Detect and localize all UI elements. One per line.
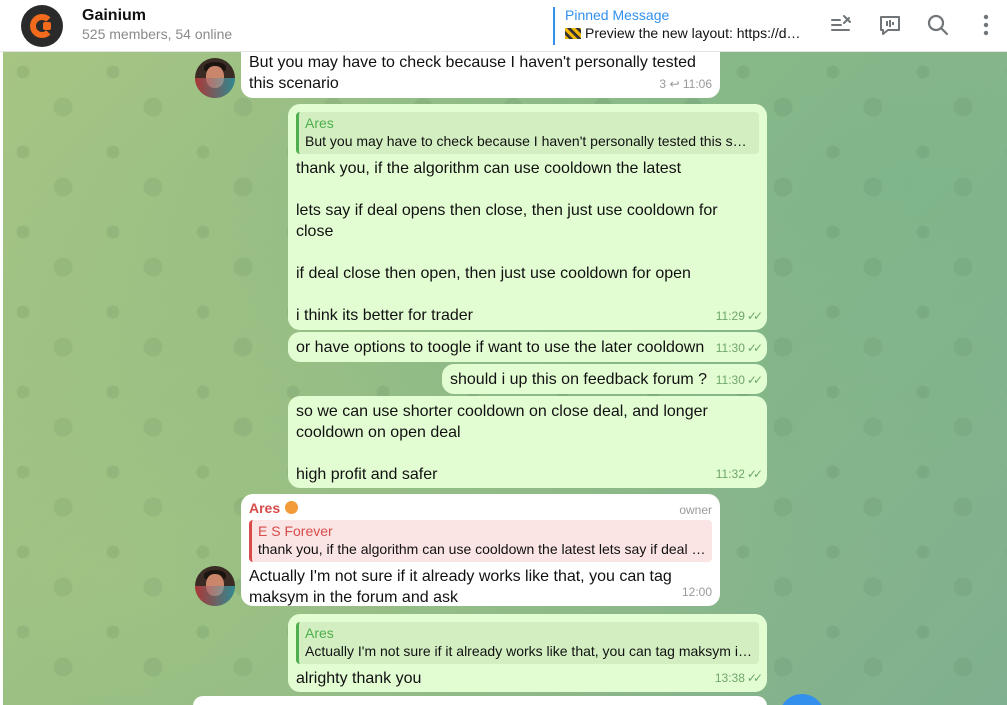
- reply-quote[interactable]: Ares Actually I'm not sure if it already…: [296, 622, 759, 664]
- message-sender-row: Ares: [249, 499, 712, 518]
- message-time: 11:30: [715, 373, 745, 387]
- reply-quote-sender: E S Forever: [258, 523, 333, 539]
- message-meta: 11:29 ✓✓: [715, 306, 763, 327]
- read-checkmarks-icon: ✓✓: [746, 671, 763, 685]
- chat-title[interactable]: Gainium: [82, 7, 146, 25]
- message-time: 12:00: [681, 585, 712, 599]
- read-checkmarks-icon: ✓✓: [746, 309, 763, 323]
- message-bubble[interactable]: Ares Actually I'm not sure if it already…: [288, 614, 767, 692]
- group-avatar[interactable]: [21, 5, 63, 47]
- message-text: or have options to toogle if want to use…: [296, 339, 705, 356]
- sender-avatar[interactable]: [195, 566, 235, 606]
- message-text: alrighty thank you: [296, 670, 422, 687]
- message-time: 11:32: [715, 467, 745, 481]
- message-text: thank you, if the algorithm can use cool…: [296, 160, 718, 324]
- pinned-message-text: Preview the new layout: https://d…: [585, 25, 801, 41]
- message-meta: 11:30 ✓✓: [715, 370, 763, 391]
- message-text: Actually I'm not sure if it already work…: [249, 568, 677, 606]
- chat-member-count: 525 members, 54 online: [82, 26, 233, 42]
- reply-arrow-icon[interactable]: ↩: [669, 77, 679, 91]
- pinned-message[interactable]: Pinned Message Preview the new layout: h…: [553, 7, 803, 45]
- avatar-light: [195, 586, 235, 606]
- message-bubble[interactable]: But you may have to check because I have…: [241, 52, 720, 98]
- pinned-message-label: Pinned Message: [565, 7, 670, 23]
- message-text: should i up this on feedback forum ?: [450, 371, 708, 388]
- message-time: 11:30: [715, 341, 745, 355]
- reply-quote-text: But you may have to check because I have…: [305, 133, 753, 149]
- live-stream-icon[interactable]: [877, 12, 903, 38]
- reply-quote[interactable]: Ares But you may have to check because I…: [296, 112, 759, 154]
- sender-avatar[interactable]: [195, 58, 235, 98]
- message-bubble[interactable]: so we can use shorter cooldown on close …: [288, 396, 767, 488]
- reply-quote-text: thank you, if the algorithm can use cool…: [258, 541, 706, 557]
- message-time: 13:38: [714, 671, 745, 685]
- read-checkmarks-icon: ✓✓: [746, 467, 763, 481]
- pinned-message-preview: Preview the new layout: https://d…: [565, 24, 803, 43]
- admin-title: owner: [679, 503, 712, 517]
- gainium-logo-mark: [43, 22, 51, 30]
- message-meta: 3 ↩ 11:06: [659, 74, 712, 95]
- message-meta: 11:30 ✓✓: [715, 338, 763, 359]
- pinned-list-icon[interactable]: [829, 12, 855, 38]
- message-meta: 13:38 ✓✓: [714, 668, 763, 689]
- message-bubble[interactable]: Ares owner E S Forever thank you, if the…: [241, 494, 720, 606]
- message-input[interactable]: [193, 696, 767, 705]
- search-icon[interactable]: [925, 12, 951, 38]
- message-bubble[interactable]: or have options to toogle if want to use…: [288, 332, 767, 362]
- message-time: 11:06: [682, 77, 712, 91]
- construction-icon: [565, 28, 581, 39]
- avatar-light: [195, 78, 235, 98]
- more-vertical-icon[interactable]: [973, 12, 999, 38]
- message-text: so we can use shorter cooldown on close …: [296, 403, 708, 483]
- reply-count[interactable]: 3: [659, 77, 666, 91]
- message-bubble[interactable]: should i up this on feedback forum ? 11:…: [442, 364, 767, 394]
- chat-header: Gainium 525 members, 54 online Pinned Me…: [0, 0, 1007, 52]
- read-checkmarks-icon: ✓✓: [746, 373, 763, 387]
- premium-badge-icon: [285, 501, 299, 514]
- message-bubble[interactable]: Ares But you may have to check because I…: [288, 104, 767, 330]
- message-time: 11:29: [715, 309, 745, 323]
- reply-quote-text: Actually I'm not sure if it already work…: [305, 643, 753, 659]
- message-list[interactable]: But you may have to check because I have…: [3, 52, 1007, 705]
- message-text: But you may have to check because I have…: [249, 54, 701, 92]
- message-meta: 11:32 ✓✓: [715, 464, 763, 485]
- read-checkmarks-icon: ✓✓: [746, 341, 763, 355]
- reply-quote[interactable]: E S Forever thank you, if the algorithm …: [249, 520, 712, 562]
- reply-quote-sender: Ares: [305, 115, 334, 131]
- message-sender[interactable]: Ares: [249, 500, 280, 516]
- message-meta: 12:00: [682, 582, 712, 603]
- reply-quote-sender: Ares: [305, 625, 334, 641]
